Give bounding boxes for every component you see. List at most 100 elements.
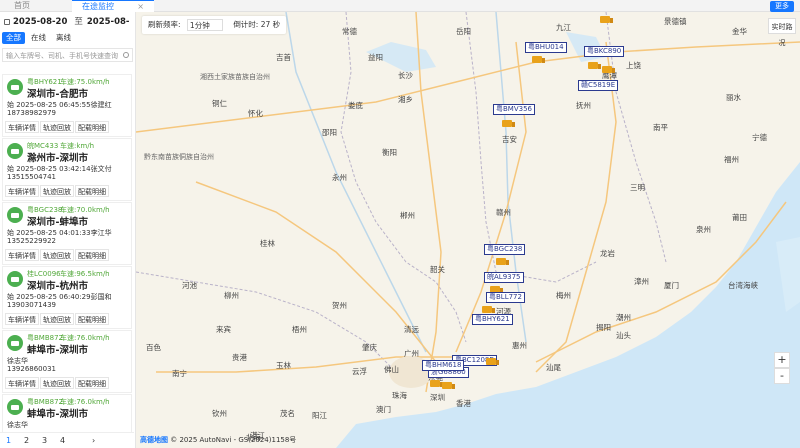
driver-phone: 13926860031 bbox=[7, 365, 56, 373]
refresh-select[interactable]: 1分钟 bbox=[186, 19, 223, 31]
city-label: 桂林 bbox=[260, 239, 275, 248]
vehicle-marker-label[interactable]: 皖AL9375 bbox=[484, 272, 524, 283]
live-traffic-button[interactable]: 实时路况 bbox=[768, 18, 796, 47]
search-icon[interactable] bbox=[123, 52, 129, 58]
search-placeholder: 输入车牌号、司机、手机号快速查询 bbox=[6, 52, 118, 60]
load-detail-button[interactable]: 配载明细 bbox=[75, 121, 109, 133]
vehicle-card[interactable]: 粤BHY621 车速:75.0km/h 深圳市-合肥市 始 2025-08-25… bbox=[2, 74, 132, 137]
city-label: 潮州 bbox=[616, 313, 631, 322]
track-replay-button[interactable]: 轨迹回放 bbox=[40, 377, 74, 389]
city-label: 益阳 bbox=[368, 53, 383, 62]
vehicle-detail-button[interactable]: 车辆详情 bbox=[5, 121, 39, 133]
vehicle-marker-label[interactable]: 粤BLL772 bbox=[486, 292, 525, 303]
city-label: 南平 bbox=[653, 123, 668, 132]
vehicle-marker-label[interactable]: 粤BHU014 bbox=[525, 42, 567, 53]
truck-icon bbox=[7, 143, 23, 159]
truck-marker-icon[interactable] bbox=[602, 66, 615, 73]
zoom-out-button[interactable]: - bbox=[774, 368, 790, 384]
route: 深圳市-合肥市 bbox=[27, 89, 88, 100]
track-replay-button[interactable]: 轨迹回放 bbox=[40, 185, 74, 197]
more-button[interactable]: 更多 bbox=[770, 1, 794, 12]
status-filter: 全部 在线 离线 bbox=[0, 32, 135, 46]
city-label: 岳阳 bbox=[456, 27, 471, 36]
filter-offline[interactable]: 离线 bbox=[52, 32, 75, 44]
vehicle-detail-button[interactable]: 车辆详情 bbox=[5, 249, 39, 261]
calendar-icon bbox=[4, 18, 10, 25]
vehicle-marker-label[interactable]: 粤BMV356 bbox=[493, 104, 535, 115]
city-label: 清远 bbox=[404, 325, 419, 334]
date-start[interactable]: 2025-08-20 bbox=[13, 17, 67, 27]
load-detail-button[interactable]: 配载明细 bbox=[75, 313, 109, 325]
vehicle-card[interactable]: 粤BGC238 车速:70.0km/h 深圳市-蚌埠市 始 2025-08-25… bbox=[2, 202, 132, 265]
truck-marker-icon[interactable] bbox=[532, 56, 545, 63]
city-label: 阳江 bbox=[312, 411, 327, 420]
city-label: 景德镇 bbox=[664, 17, 687, 26]
city-label: 玉林 bbox=[276, 361, 291, 370]
tab-label: 在途监控 bbox=[82, 2, 114, 11]
city-label: 香港 bbox=[456, 399, 471, 408]
city-label: 钦州 bbox=[212, 409, 227, 418]
city-label: 河池 bbox=[182, 281, 197, 290]
vehicle-detail-button[interactable]: 车辆详情 bbox=[5, 313, 39, 325]
vehicle-detail-button[interactable]: 车辆详情 bbox=[5, 185, 39, 197]
city-label: 梧州 bbox=[292, 325, 307, 334]
track-replay-button[interactable]: 轨迹回放 bbox=[40, 249, 74, 261]
load-detail-button[interactable]: 配载明细 bbox=[75, 377, 109, 389]
city-label: 漳州 bbox=[634, 277, 649, 286]
truck-marker-icon[interactable] bbox=[482, 306, 495, 313]
city-label: 云浮 bbox=[352, 367, 367, 376]
city-label: 梅州 bbox=[556, 291, 571, 300]
page-3[interactable]: 3 bbox=[42, 436, 47, 445]
city-label: 永州 bbox=[332, 173, 347, 182]
truck-marker-icon[interactable] bbox=[588, 62, 601, 69]
vehicle-marker-label[interactable]: 粤BGC238 bbox=[484, 244, 526, 255]
truck-marker-icon[interactable] bbox=[486, 358, 499, 365]
city-label: 赣州 bbox=[496, 208, 511, 217]
sea-label: 台湾海峡 bbox=[728, 281, 758, 290]
route: 蚌埠市-深圳市 bbox=[27, 409, 88, 420]
page-1[interactable]: 1 bbox=[6, 436, 11, 445]
city-label: 柳州 bbox=[224, 291, 239, 300]
map-view[interactable]: 益阳 长沙 湘乡 娄底 邵阳 衡阳 永州 郴州 赣州 吉安 抚州 鹰潭 上饶 南… bbox=[136, 12, 800, 448]
truck-marker-icon[interactable] bbox=[442, 382, 455, 389]
track-replay-button[interactable]: 轨迹回放 bbox=[40, 313, 74, 325]
load-detail-button[interactable]: 配载明细 bbox=[75, 249, 109, 261]
city-label: 来宾 bbox=[216, 325, 231, 334]
city-label: 珠海 bbox=[392, 391, 407, 400]
route: 深圳市-蚌埠市 bbox=[27, 217, 88, 228]
tab-transit-monitor[interactable]: 在途监控 × bbox=[72, 0, 154, 12]
route: 深圳市-杭州市 bbox=[27, 281, 88, 292]
page-2[interactable]: 2 bbox=[24, 436, 29, 445]
truck-marker-icon[interactable] bbox=[430, 380, 443, 387]
next-page-button[interactable]: › bbox=[92, 436, 95, 445]
refresh-control: 刷新频率: 1分钟 倒计时: 27 秒 bbox=[142, 16, 287, 34]
truck-marker-icon[interactable] bbox=[600, 16, 613, 23]
filter-all[interactable]: 全部 bbox=[2, 32, 25, 44]
city-label: 吉首 bbox=[276, 53, 291, 62]
track-replay-button[interactable]: 轨迹回放 bbox=[40, 121, 74, 133]
city-label: 铜仁 bbox=[212, 99, 227, 108]
vehicle-marker-label[interactable]: 粤BHY621 bbox=[472, 314, 513, 325]
vehicle-marker-label[interactable]: 粤BHM618 bbox=[422, 360, 465, 371]
vehicle-marker-label[interactable]: 赣C5819E bbox=[578, 80, 619, 91]
city-label: 金华 bbox=[732, 27, 747, 36]
tab-home[interactable]: 首页 bbox=[14, 0, 30, 12]
page-4[interactable]: 4 bbox=[60, 436, 65, 445]
search-input[interactable]: 输入车牌号、司机、手机号快速查询 bbox=[2, 48, 133, 62]
truck-marker-icon[interactable] bbox=[502, 120, 515, 127]
city-label: 肇庆 bbox=[362, 343, 377, 352]
zoom-in-button[interactable]: + bbox=[774, 352, 790, 368]
vehicle-card[interactable]: 粤BMB872 车速:76.0km/h 蚌埠市-深圳市 徐志华 13926860… bbox=[2, 330, 132, 393]
vehicle-card[interactable]: 皖MC433 车速:km/h 滁州市-深圳市 始 2025-08-25 03:4… bbox=[2, 138, 132, 201]
vehicle-marker-label[interactable]: 粤BKC890 bbox=[584, 46, 625, 57]
truck-marker-icon[interactable] bbox=[496, 258, 509, 265]
date-range[interactable]: 2025-08-20至2025-08-25 bbox=[0, 12, 135, 47]
city-label: 邵阳 bbox=[322, 128, 337, 137]
truck-icon bbox=[7, 207, 23, 223]
load-detail-button[interactable]: 配载明细 bbox=[75, 185, 109, 197]
filter-online[interactable]: 在线 bbox=[27, 32, 50, 44]
vehicle-card[interactable]: 桂LC0096 车速:96.5km/h 深圳市-杭州市 始 2025-08-25… bbox=[2, 266, 132, 329]
prefecture-label: 黔东南苗族侗族自治州 bbox=[144, 153, 214, 161]
countdown: 倒计时: 27 秒 bbox=[233, 20, 281, 29]
vehicle-detail-button[interactable]: 车辆详情 bbox=[5, 377, 39, 389]
